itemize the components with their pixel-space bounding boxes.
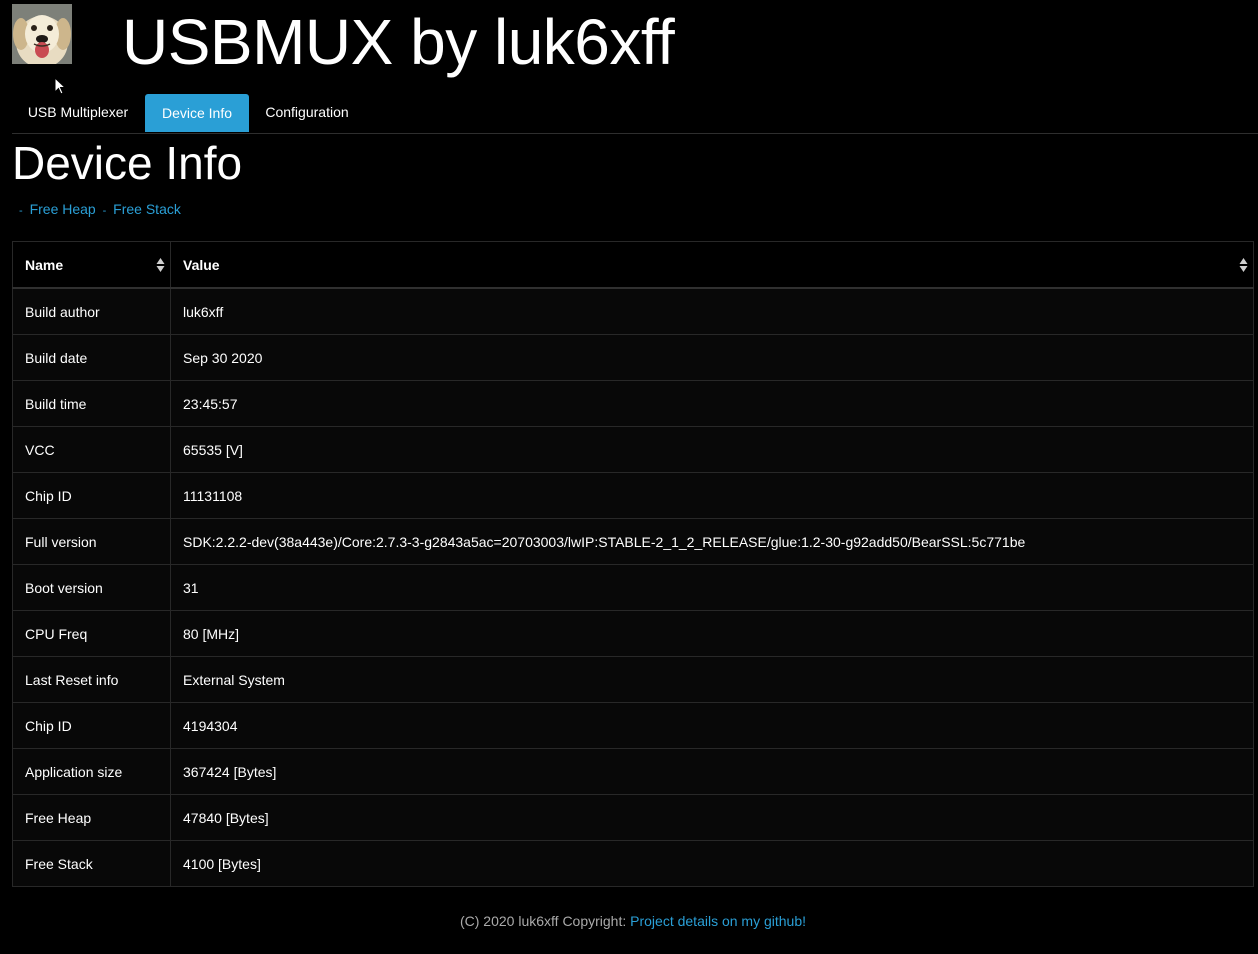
header: USBMUX by luk6xff: [0, 0, 1258, 95]
table-row: Chip ID 11131108: [12, 472, 1254, 519]
row-value: Sep 30 2020: [170, 334, 1254, 381]
table-row: Application size 367424 [Bytes]: [12, 748, 1254, 795]
tab-device-info[interactable]: Device Info: [145, 94, 249, 132]
row-value: 65535 [V]: [170, 426, 1254, 473]
row-name: Build author: [12, 287, 171, 335]
row-value: 4194304: [170, 702, 1254, 749]
table-row: Free Stack 4100 [Bytes]: [12, 840, 1254, 887]
row-name: VCC: [12, 426, 171, 473]
avatar: [12, 4, 72, 64]
table-header-row: Name Value: [12, 241, 1254, 289]
nav-tabs: USB Multiplexer Device Info Configuratio…: [12, 94, 1258, 134]
column-header-label: Name: [25, 256, 64, 273]
site-title: USBMUX by luk6xff: [122, 6, 675, 78]
row-name: CPU Freq: [12, 610, 171, 657]
row-value: 367424 [Bytes]: [170, 748, 1254, 795]
table-row: Last Reset info External System: [12, 656, 1254, 703]
link-free-heap[interactable]: Free Heap: [30, 201, 96, 217]
link-separator: -: [102, 205, 107, 217]
table-row: CPU Freq 80 [MHz]: [12, 610, 1254, 657]
row-name: Last Reset info: [12, 656, 171, 703]
row-name: Boot version: [12, 564, 171, 611]
row-value: SDK:2.2.2-dev(38a443e)/Core:2.7.3-3-g284…: [170, 518, 1254, 565]
row-value: 11131108: [170, 472, 1254, 519]
table-row: Build author luk6xff: [12, 287, 1254, 335]
row-value: 4100 [Bytes]: [170, 840, 1254, 887]
sort-icon: [156, 257, 165, 273]
link-free-stack[interactable]: Free Stack: [113, 201, 181, 217]
table-row: Build date Sep 30 2020: [12, 334, 1254, 381]
page-title: Device Info: [12, 137, 243, 189]
row-name: Build date: [12, 334, 171, 381]
row-value: External System: [170, 656, 1254, 703]
table-row: VCC 65535 [V]: [12, 426, 1254, 473]
table-row: Build time 23:45:57: [12, 380, 1254, 427]
quick-links: - Free Heap - Free Stack: [16, 200, 181, 220]
device-info-table: Name Value Build author luk6xff Build da…: [12, 241, 1254, 887]
column-header-name[interactable]: Name: [12, 241, 171, 289]
sort-icon: [1239, 257, 1248, 273]
row-name: Build time: [12, 380, 171, 427]
table-row: Free Heap 47840 [Bytes]: [12, 794, 1254, 841]
tab-usb-multiplexer[interactable]: USB Multiplexer: [16, 94, 140, 131]
mouse-cursor-icon: [54, 77, 66, 95]
row-name: Free Heap: [12, 794, 171, 841]
table-row: Full version SDK:2.2.2-dev(38a443e)/Core…: [12, 518, 1254, 565]
link-separator: -: [19, 205, 23, 217]
table-row: Chip ID 4194304: [12, 702, 1254, 749]
row-name: Application size: [12, 748, 171, 795]
row-name: Chip ID: [12, 472, 171, 519]
tab-configuration[interactable]: Configuration: [252, 94, 362, 131]
puppy-avatar-icon: [12, 4, 72, 64]
github-link[interactable]: Project details on my github!: [630, 913, 806, 929]
row-value: 23:45:57: [170, 380, 1254, 427]
row-value: 31: [170, 564, 1254, 611]
column-header-label: Value: [183, 256, 220, 273]
row-value: 80 [MHz]: [170, 610, 1254, 657]
row-name: Chip ID: [12, 702, 171, 749]
row-value: 47840 [Bytes]: [170, 794, 1254, 841]
row-value: luk6xff: [170, 287, 1254, 335]
row-name: Free Stack: [12, 840, 171, 887]
footer: (C) 2020 luk6xff Copyright: Project deta…: [0, 912, 1258, 930]
footer-copyright: (C) 2020 luk6xff Copyright:: [459, 913, 631, 929]
column-header-value[interactable]: Value: [170, 241, 1254, 289]
row-name: Full version: [12, 518, 171, 565]
table-row: Boot version 31: [12, 564, 1254, 611]
